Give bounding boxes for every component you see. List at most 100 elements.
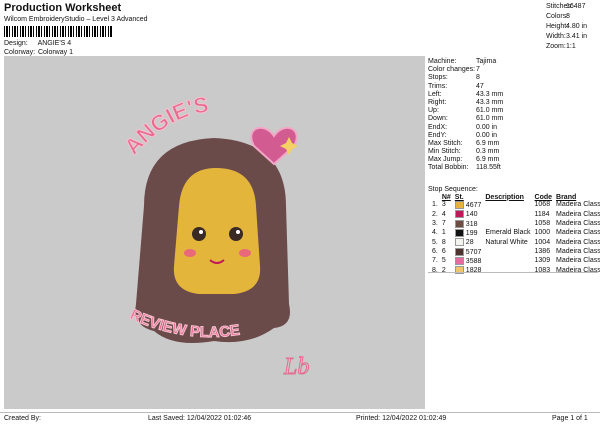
detail-row: Stops: 8	[428, 74, 480, 82]
thread-code: 1386	[534, 248, 551, 256]
page-title: Production Worksheet	[4, 2, 122, 14]
table-header: N# St. Description Code Brand	[441, 193, 577, 201]
summary-row: Colors:8	[546, 13, 570, 20]
face-shape	[173, 168, 261, 294]
colorway-row: Colorway: Colorway 1	[4, 49, 73, 56]
summary-row: Zoom:1:1	[546, 43, 576, 50]
design-value: ANGIE'S 4	[37, 40, 72, 47]
stitch-count: 4677	[453, 201, 484, 210]
summary-stats: Stitches:16487 Colors:8 Height:4.80 in W…	[546, 2, 587, 52]
thread-code: 1068	[534, 201, 551, 209]
thread-code: 1000	[534, 229, 551, 237]
summary-row: Height:4.80 in	[546, 23, 588, 30]
summary-row: Stitches:16487	[546, 3, 586, 10]
detail-row: Color changes:7	[428, 66, 480, 74]
detail-row: Left: 43.3 mm	[428, 90, 504, 98]
colorway-label: Colorway:	[4, 49, 36, 56]
design-label: Design:	[4, 40, 28, 47]
embroidery-artwork: ANGIE'S REVIEW PLACE Lb	[119, 91, 310, 380]
detail-row: EndY: 0.00 in	[428, 131, 498, 139]
footer: Created By: Last Saved: 12/04/2022 01:02…	[0, 412, 600, 425]
signature-text: Lb	[283, 354, 309, 380]
table-row: 6.6 5707 1386 Madeira Classic 40	[430, 247, 600, 257]
detail-row: Down: 61.0 mm	[428, 115, 504, 123]
detail-row: EndX: 0.00 in	[428, 123, 498, 131]
detail-row: Trims: 47	[428, 82, 484, 90]
detail-row: Min Stitch: 0.3 mm	[428, 148, 500, 156]
table-row: 5.8 28Natural White 1004 Madeira Classic 40	[430, 238, 600, 247]
needle-number: 8	[441, 238, 446, 246]
left-cheek	[184, 249, 196, 257]
stop-number: 1.	[432, 201, 438, 209]
description: Natural White	[485, 238, 528, 246]
table-row: 1.3 4677 1068 Madeira Classic 40	[430, 201, 600, 210]
thread-brand: Madeira Classic 40	[556, 238, 600, 246]
stitch-count: 140	[453, 210, 484, 219]
color-swatch	[454, 229, 464, 238]
needle-number: 7	[441, 220, 446, 228]
right-eye	[229, 227, 243, 241]
right-cheek	[239, 249, 251, 257]
description	[483, 210, 532, 219]
needle-number: 5	[441, 257, 446, 265]
footer-printed: Printed: 12/04/2022 01:02:49	[356, 415, 447, 422]
detail-row: Machine: Tajima	[428, 58, 497, 65]
needle-number: 6	[441, 248, 446, 256]
stop-number: 7.	[432, 257, 438, 265]
footer-created: Created By:	[4, 415, 41, 422]
thread-brand: Madeira Classic 40	[556, 220, 600, 228]
color-swatch	[454, 257, 464, 266]
footer-page: Page 1 of 1	[552, 415, 588, 422]
color-swatch	[454, 247, 464, 256]
software-subtitle: Wilcom EmbroideryStudio – Level 3 Advanc…	[4, 16, 148, 23]
stitch-count: 3588	[453, 257, 484, 266]
design-row: Design: ANGIE'S 4	[4, 40, 71, 47]
thread-code: 1058	[534, 220, 551, 228]
color-swatch	[454, 266, 464, 275]
color-swatch	[454, 201, 464, 209]
thread-code: 1004	[534, 238, 551, 246]
thread-brand: Madeira Classic 40	[556, 210, 600, 218]
barcode	[4, 26, 112, 37]
stop-sequence-title: Stop Sequence:	[428, 186, 478, 193]
color-swatch	[454, 219, 464, 228]
color-swatch	[454, 238, 464, 247]
stop-number: 5.	[432, 238, 438, 246]
table-row: 4.1 199Emerald Black1000 Madeira Classic 4…	[430, 229, 600, 238]
stop-number: 4.	[432, 229, 438, 237]
summary-row: Width:3.41 in	[546, 33, 588, 40]
design-preview: ANGIE'S REVIEW PLACE Lb	[4, 56, 425, 409]
footer-saved: Last Saved: 12/04/2022 01:02:46	[148, 415, 252, 422]
stitch-count: 199	[453, 229, 484, 238]
thread-brand: Madeira Classic 40	[556, 248, 600, 256]
stop-sequence-table: N# St. Description Code Brand 1. 3 4677 106…	[430, 193, 600, 276]
description	[483, 201, 532, 210]
needle-number: 1	[441, 229, 446, 237]
colorway-value: Colorway 1	[37, 49, 73, 56]
detail-row: Total Bobbin: 118.55ft	[428, 164, 501, 172]
stop-number: 2.	[432, 210, 438, 218]
thread-brand: Madeira Classic 40	[556, 229, 600, 237]
detail-row: Max Stitch: 6.9 mm	[428, 139, 500, 147]
description	[483, 248, 532, 257]
thread-code: 1309	[534, 257, 551, 265]
left-eye	[192, 227, 206, 241]
thread-code: 1184	[534, 210, 550, 218]
description	[483, 257, 532, 266]
table-row: 3.7 318 1058 Madeira Classic 40	[430, 219, 600, 229]
detail-row: Right: 43.3 mm	[428, 98, 504, 106]
stitch-count: 318	[453, 219, 484, 229]
needle-number: 4	[441, 210, 446, 218]
stop-number: 3.	[432, 220, 438, 228]
table-row: 2.4 140 1184 Madeira Classic 40	[430, 210, 600, 219]
needle-number: 3	[441, 201, 446, 209]
thread-brand: Madeira Classic 40	[556, 201, 600, 209]
description	[483, 220, 532, 229]
detail-row: Up: 61.0 mm	[428, 107, 504, 115]
color-swatch	[454, 210, 464, 219]
details-panel: Machine: Tajima Color changes:7 Stops: 8 T…	[428, 58, 598, 173]
stitch-count: 5707	[453, 247, 484, 257]
divider	[428, 272, 598, 273]
detail-row: Max Jump: 6.9 mm	[428, 156, 500, 164]
thread-brand: Madeira Classic 40	[556, 257, 600, 265]
